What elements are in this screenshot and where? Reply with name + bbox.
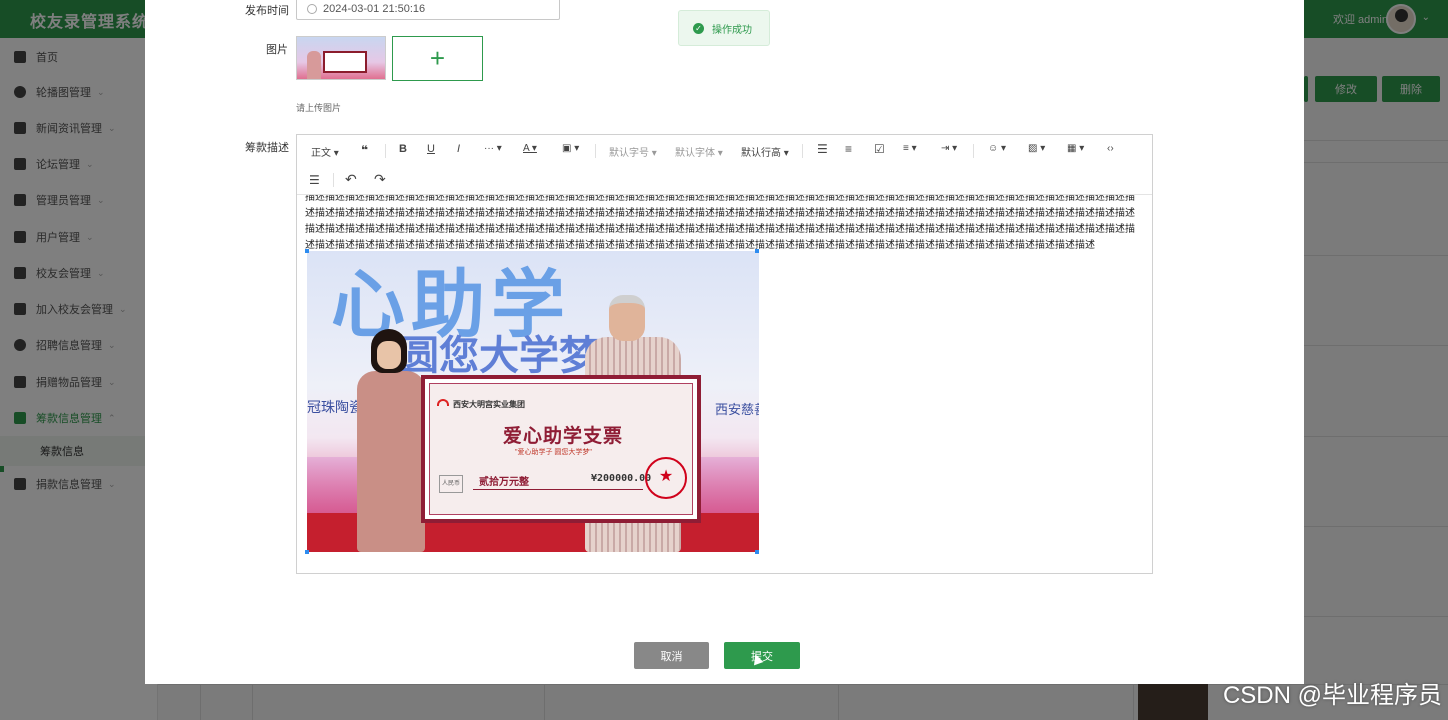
divider [595,144,596,158]
font-family-label: 默认字体 [675,148,715,159]
underline-icon[interactable]: U [427,143,435,155]
line-height-label: 默认行高 [741,148,781,159]
description-text: 描述描述描述描述描述描述描述描述描述描述描述描述描述描述描述描述描述描述描述描述… [305,195,1135,251]
more-styles-icon[interactable]: ··· ▾ [484,143,502,154]
font-size-label: 默认字号 [609,148,649,159]
cheque-amount-words: 贰拾万元整 [479,477,529,488]
cheque-slogan: "爱心助学子 圆您大学梦" [515,449,592,456]
image-label: 图片 [266,44,288,56]
resize-handle[interactable] [755,249,759,253]
divider [802,144,803,158]
description-label: 筹款描述 [245,142,289,154]
cheque-title: 爱心助学支票 [503,426,624,447]
resize-handle[interactable] [305,550,309,554]
edit-dialog: 发布时间 2024-03-01 21:50:16 图片 + 请上传图片 筹款描述… [145,0,1304,684]
table-icon[interactable]: ▦ ▾ [1067,143,1084,154]
numbered-list-icon[interactable]: ≡ [845,142,852,156]
undo-icon[interactable]: ↶ [345,171,357,188]
editor-toolbar: 正文 ▾ ❝ B U I ··· ▾ A ▾ ▣ ▾ 默认字号 ▾ 默认字体 ▾… [297,135,1152,195]
company-logo-icon [437,399,449,406]
paragraph-label: 正文 [311,148,331,159]
banner-slogan-text: 圆您大学梦 [399,334,599,378]
embedded-photo[interactable]: 心助学 圆您大学梦 冠珠陶瓷 西安慈善 西安大明宫实业集团 [307,251,759,552]
donation-cheque: 西安大明宫实业集团 爱心助学支票 "爱心助学子 圆您大学梦" 人民币 贰拾万元整… [421,375,701,523]
watermark: CSDN @毕业程序员 [1222,682,1442,709]
italic-icon[interactable]: I [457,143,460,155]
align-icon[interactable]: ≡ ▾ [903,143,917,154]
cheque-line [473,489,643,490]
editor-content[interactable]: 描述描述描述描述描述描述描述描述描述描述描述描述描述描述描述描述描述描述描述描述… [297,195,1152,573]
font-family-select[interactable]: 默认字体 ▾ [675,144,723,159]
sponsor-left-text: 冠珠陶瓷 [307,399,363,415]
rich-text-editor[interactable]: 正文 ▾ ❝ B U I ··· ▾ A ▾ ▣ ▾ 默认字号 ▾ 默认字体 ▾… [296,134,1153,574]
publish-time-input[interactable]: 2024-03-01 21:50:16 [296,0,560,20]
success-toast: ✓ 操作成功 [678,10,770,46]
thumbnail-figure [307,51,321,79]
emoji-icon[interactable]: ☺ ▾ [988,143,1006,154]
indent-icon[interactable]: ⇥ ▾ [941,143,957,154]
clock-icon [307,4,317,14]
divider [385,144,386,158]
person-face [377,341,401,369]
person-head [609,295,645,341]
redo-icon[interactable]: ↷ [374,171,386,188]
cheque-amount-number: ¥200000.00 [591,473,652,484]
upload-hint: 请上传图片 [296,103,342,113]
bullet-list-icon[interactable]: ☰ [817,142,828,156]
resize-handle[interactable] [755,550,759,554]
divider [973,144,974,158]
image-icon[interactable]: ▨ ▾ [1028,143,1045,154]
cancel-button[interactable]: 取消 [634,642,709,669]
person-body [357,371,425,552]
publish-time-label: 发布时间 [245,5,289,17]
line-height-select[interactable]: 默认行高 ▾ [741,144,789,159]
thumbnail-cheque [323,51,367,73]
publish-time-value: 2024-03-01 21:50:16 [323,3,426,15]
plus-icon: + [429,43,446,73]
bold-icon[interactable]: B [399,143,407,155]
cheque-company: 西安大明宫实业集团 [453,400,525,409]
cheque-currency-box: 人民币 [439,475,463,493]
font-size-select[interactable]: 默认字号 ▾ [609,144,657,159]
code-icon[interactable]: ‹› [1107,143,1114,154]
submit-button[interactable]: 提交 [724,642,800,669]
uploaded-image-thumbnail[interactable] [296,36,386,80]
sponsor-right-text: 西安慈善 [715,402,759,417]
red-seal-icon: ★ [645,457,687,499]
background-color-icon[interactable]: ▣ ▾ [562,143,579,154]
divider [333,173,334,187]
check-circle-icon: ✓ [693,22,704,34]
image-upload-button[interactable]: + [392,36,483,81]
resize-handle[interactable] [305,249,309,253]
font-color-icon[interactable]: A ▾ [523,143,537,154]
person-left [357,329,425,552]
paragraph-select[interactable]: 正文 ▾ [311,144,339,159]
todo-checkbox-icon[interactable]: ☑ [874,142,885,156]
quote-icon[interactable]: ❝ [361,143,368,157]
divider-line-icon[interactable]: ☰ [309,173,320,187]
toast-message: 操作成功 [712,24,752,36]
